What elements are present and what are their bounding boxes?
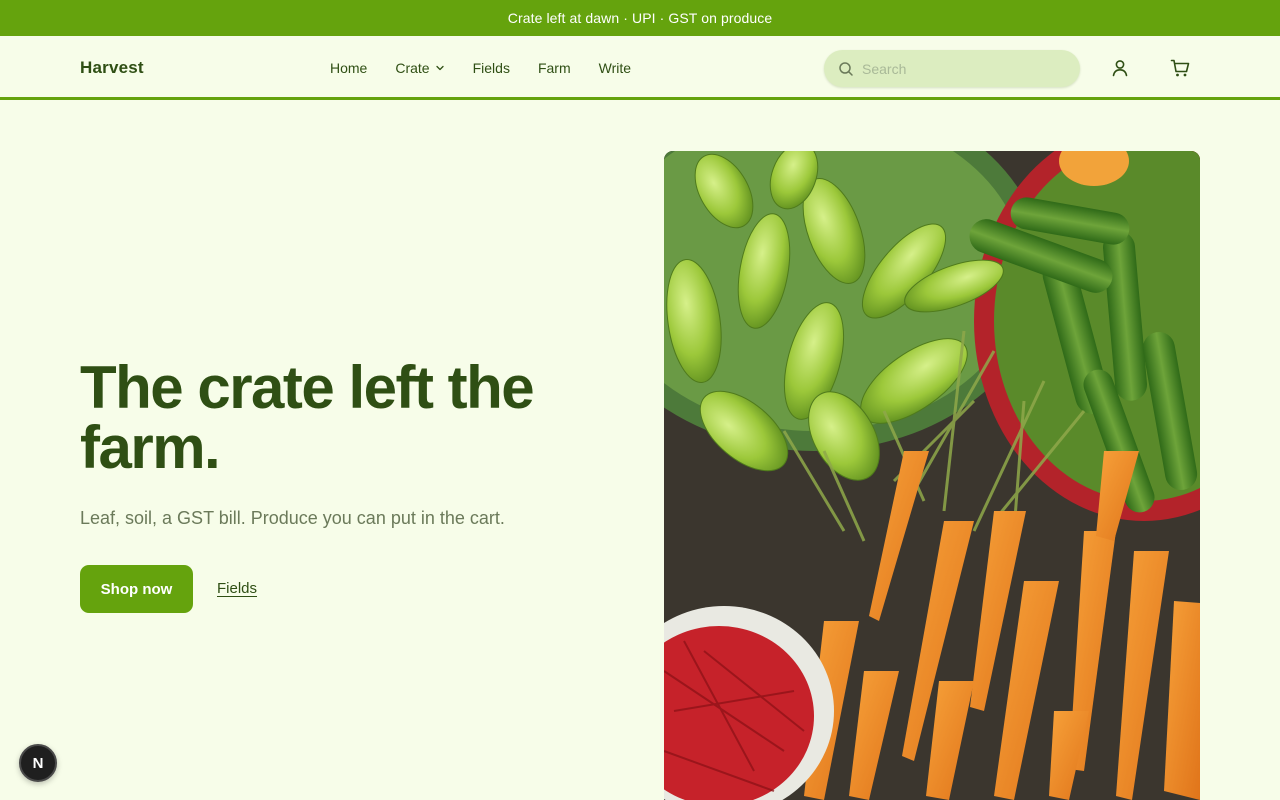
nav-write-label: Write: [598, 60, 632, 76]
hero-subtitle: Leaf, soil, a GST bill. Produce you can …: [80, 508, 505, 528]
nav-farm-label: Farm: [537, 60, 571, 76]
nav-farm[interactable]: Farm: [538, 60, 571, 76]
hero-image: [664, 151, 1200, 800]
nav-home[interactable]: Home: [330, 60, 367, 76]
nav-crate-label: Crate: [395, 60, 430, 76]
cart-icon[interactable]: [1169, 57, 1191, 79]
vegetables-illustration: [664, 151, 1200, 800]
hero-title: The crate left the farm.: [80, 354, 535, 481]
next-dev-badge[interactable]: N: [19, 744, 57, 782]
user-icon[interactable]: [1109, 57, 1131, 79]
search-box[interactable]: [824, 50, 1080, 87]
search-input[interactable]: [862, 60, 1062, 77]
announcement-text: Crate left at dawn · UPI · GST on produc…: [507, 10, 773, 26]
nav-home-label: Home: [330, 60, 368, 76]
nav-fields[interactable]: Fields: [473, 60, 510, 76]
nav-crate[interactable]: Crate: [395, 60, 444, 76]
search-icon: [838, 61, 854, 77]
announcement-bar: Crate left at dawn · UPI · GST on produc…: [0, 0, 1280, 36]
site-header: Harvest Home Crate Fields Farm Write: [0, 36, 1280, 100]
nav-fields-label: Fields: [472, 60, 510, 76]
nav-write[interactable]: Write: [599, 60, 631, 76]
main-nav: Home Crate Fields Farm Write: [330, 60, 659, 76]
shop-now-button[interactable]: Shop now: [80, 565, 193, 613]
brand-logo[interactable]: Harvest: [80, 58, 144, 78]
chevron-down-icon: [435, 63, 445, 73]
fields-link[interactable]: Fields: [217, 580, 257, 597]
